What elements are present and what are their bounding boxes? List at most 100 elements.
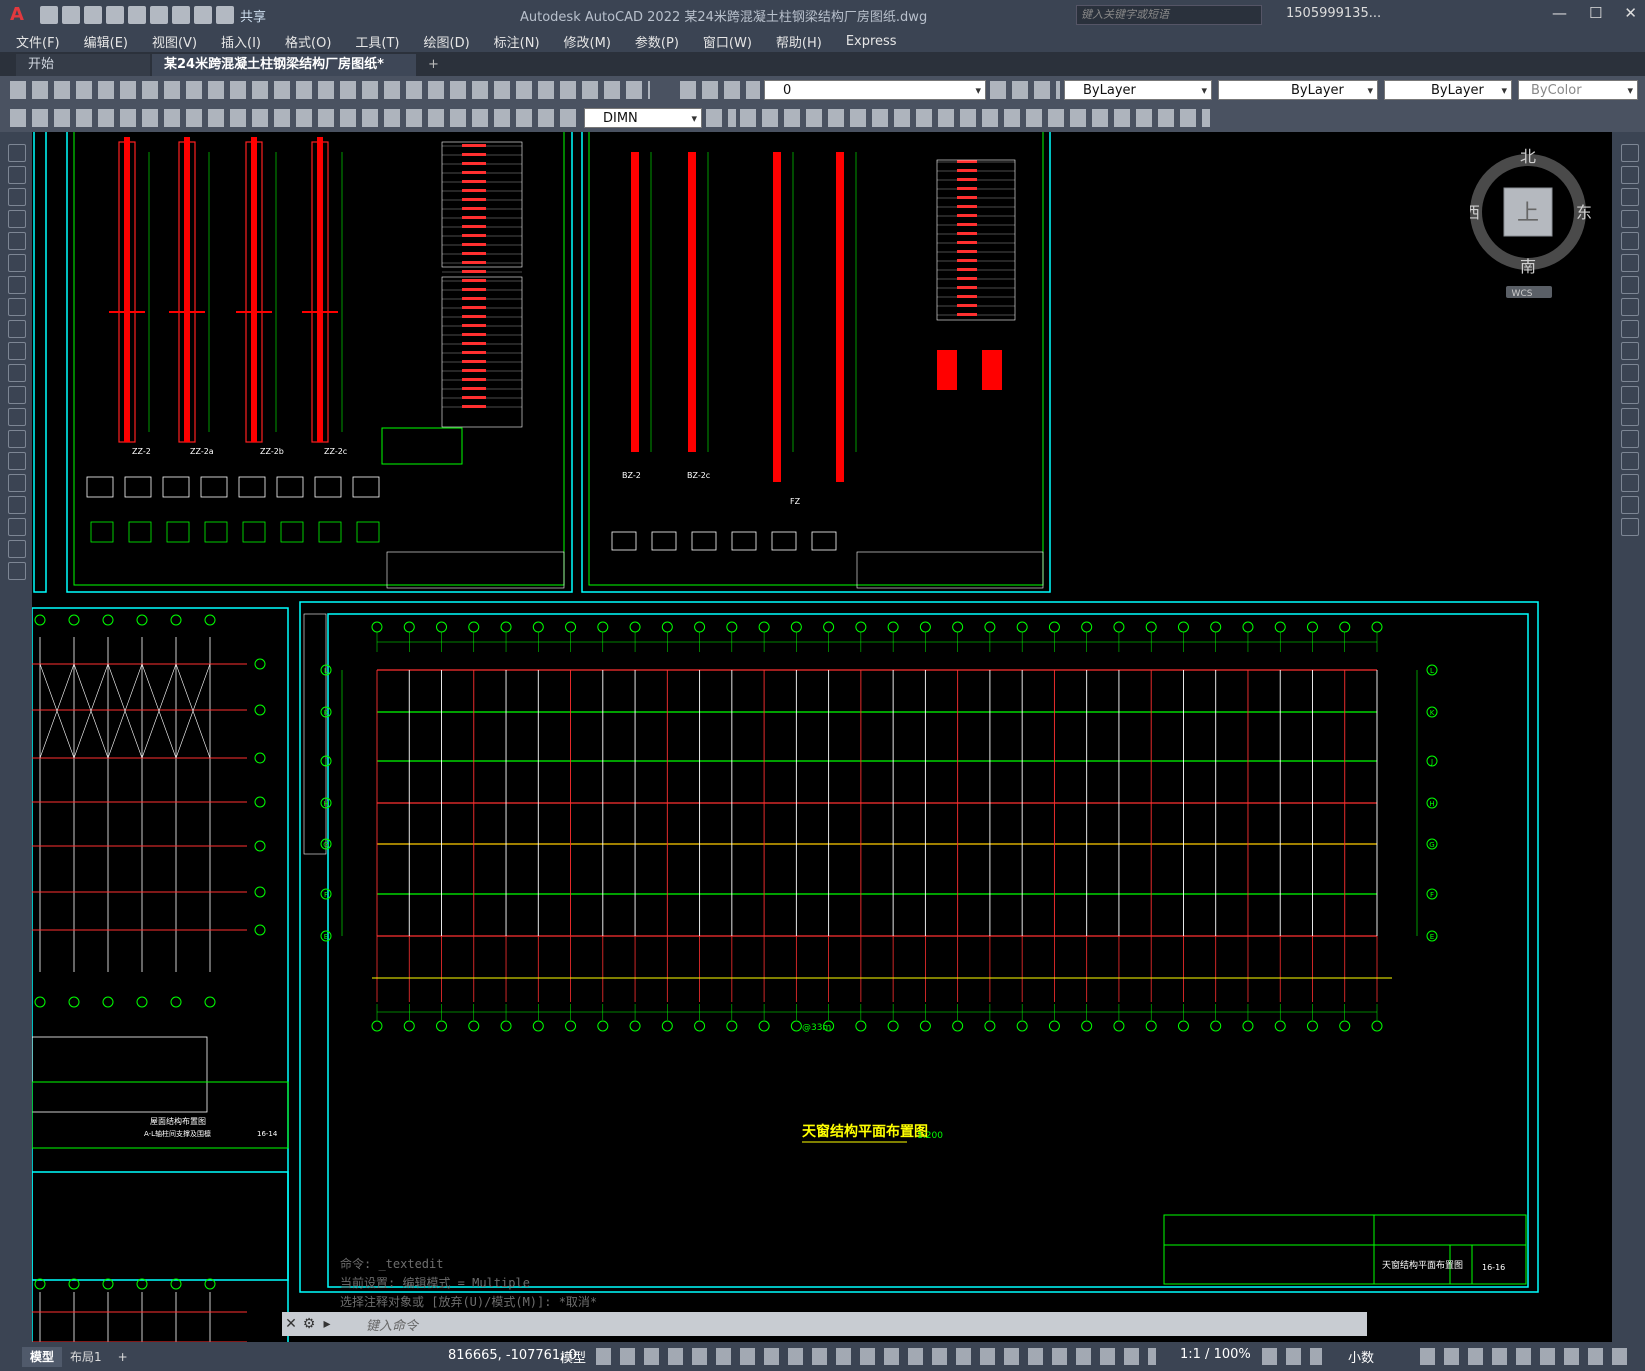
gradient-icon[interactable] [8, 474, 26, 492]
spline-icon[interactable] [8, 320, 26, 338]
construction-line-icon[interactable] [8, 166, 26, 184]
maximize-icon[interactable]: ☐ [1589, 4, 1602, 22]
share-button[interactable]: 共享 [240, 6, 266, 25]
menu-dimension[interactable]: 标注(N) [494, 32, 540, 51]
tab-start[interactable]: 开始 [16, 54, 150, 76]
menu-window[interactable]: 窗口(W) [703, 32, 752, 51]
polygon-icon[interactable] [8, 210, 26, 228]
menu-parametric[interactable]: 参数(P) [635, 32, 679, 51]
annotation-scale[interactable]: 1:1 / 100% [1180, 1347, 1251, 1362]
new-tab-button[interactable]: + [418, 54, 449, 76]
erase-icon[interactable] [1621, 144, 1639, 162]
chamfer-icon[interactable] [1621, 452, 1639, 470]
workspace-icon[interactable] [1262, 1348, 1322, 1365]
region-icon[interactable] [8, 496, 26, 514]
menu-tools[interactable]: 工具(T) [355, 32, 399, 51]
dimension-tools-icon[interactable] [10, 109, 580, 127]
export-icon[interactable] [128, 6, 146, 24]
fillet-icon[interactable] [1621, 474, 1639, 492]
break-icon[interactable] [1621, 386, 1639, 404]
drawing-canvas[interactable]: ZZ-2 ZZ-2a ZZ-2b ZZ-2c BZ-2 BZ-2c FZ 屋面结… [32, 132, 1612, 1342]
hatch-icon[interactable] [8, 452, 26, 470]
polyline-icon[interactable] [8, 188, 26, 206]
dimstyle-dropdown[interactable]: DIMN [584, 108, 702, 129]
join-icon[interactable] [1621, 430, 1639, 448]
mirror-icon[interactable] [1621, 188, 1639, 206]
viewcube-south[interactable]: 南 [1520, 257, 1536, 276]
viewcube-east[interactable]: 东 [1576, 203, 1592, 222]
add-layout-button[interactable]: + [110, 1347, 136, 1367]
rectangle-icon[interactable] [8, 232, 26, 250]
table-icon[interactable] [8, 518, 26, 536]
trim-icon[interactable] [1621, 342, 1639, 360]
line-icon[interactable] [8, 144, 26, 162]
plot-icon[interactable] [172, 6, 190, 24]
command-recent-icon[interactable]: ▸ [318, 1316, 336, 1332]
undo-icon[interactable] [194, 6, 212, 24]
viewcube[interactable]: 上 北 南 东 西 WCS [1464, 147, 1592, 299]
standard-tools-icon[interactable] [10, 81, 650, 99]
ellipse-icon[interactable] [8, 342, 26, 360]
open-icon[interactable] [62, 6, 80, 24]
drafting-settings-icon[interactable] [596, 1348, 1156, 1365]
move-icon[interactable] [1621, 254, 1639, 272]
make-block-icon[interactable] [8, 408, 26, 426]
layer-state-icon[interactable] [990, 81, 1060, 99]
user-account[interactable]: 1505999135... [1286, 6, 1381, 21]
menu-file[interactable]: 文件(F) [16, 32, 60, 51]
command-close-icon[interactable]: ✕ [282, 1316, 300, 1332]
scale-icon[interactable] [1621, 298, 1639, 316]
save-icon[interactable] [84, 6, 102, 24]
layer-tools-icon[interactable] [680, 81, 760, 99]
stretch-icon[interactable] [1621, 320, 1639, 338]
viewcube-west[interactable]: 西 [1464, 203, 1480, 222]
menu-format[interactable]: 格式(O) [285, 32, 331, 51]
autocad-logo-icon[interactable]: A [6, 4, 28, 26]
add-selected-icon[interactable] [8, 562, 26, 580]
extend-icon[interactable] [1621, 364, 1639, 382]
new-icon[interactable] [40, 6, 58, 24]
menu-insert[interactable]: 插入(I) [221, 32, 261, 51]
array-icon[interactable] [1621, 232, 1639, 250]
search-input[interactable]: 键入关键字或短语 [1076, 5, 1262, 25]
break-at-point-icon[interactable] [1621, 408, 1639, 426]
menu-view[interactable]: 视图(V) [152, 32, 197, 51]
menu-help[interactable]: 帮助(H) [776, 32, 822, 51]
menu-edit[interactable]: 编辑(E) [84, 32, 128, 51]
viewcube-top[interactable]: 上 [1517, 201, 1539, 226]
publish-icon[interactable] [150, 6, 168, 24]
lineweight-dropdown[interactable]: ByLayer [1384, 80, 1512, 101]
ellipse-arc-icon[interactable] [8, 364, 26, 382]
color-dropdown[interactable]: ByLayer [1064, 80, 1212, 101]
dim-update-icon[interactable] [706, 109, 736, 127]
modify-tools-icon[interactable] [740, 109, 1210, 127]
model-space-toggle[interactable]: 模型 [560, 1347, 586, 1366]
plotstyle-dropdown[interactable]: ByColor [1518, 80, 1638, 101]
menu-modify[interactable]: 修改(M) [564, 32, 611, 51]
rotate-icon[interactable] [1621, 276, 1639, 294]
point-icon[interactable] [8, 430, 26, 448]
copy-icon[interactable] [1621, 166, 1639, 184]
circle-icon[interactable] [8, 276, 26, 294]
text-icon[interactable] [8, 540, 26, 558]
insert-block-icon[interactable] [8, 386, 26, 404]
command-customize-icon[interactable]: ⚙ [300, 1316, 318, 1332]
redo-icon[interactable] [216, 6, 234, 24]
tab-layout1[interactable]: 布局1 [62, 1347, 110, 1367]
linetype-dropdown[interactable]: ByLayer [1218, 80, 1378, 101]
explode-icon[interactable] [1621, 518, 1639, 536]
wcs-menu[interactable]: WCS [1512, 289, 1533, 299]
offset-icon[interactable] [1621, 210, 1639, 228]
revision-cloud-icon[interactable] [8, 298, 26, 316]
blend-icon[interactable] [1621, 496, 1639, 514]
units-selector[interactable]: 小数 [1348, 1347, 1374, 1366]
layer-dropdown[interactable]: 0 [764, 80, 986, 101]
viewcube-north[interactable]: 北 [1520, 147, 1536, 166]
tab-model[interactable]: 模型 [22, 1346, 63, 1367]
close-icon[interactable]: ✕ [1624, 4, 1637, 22]
save-as-icon[interactable] [106, 6, 124, 24]
arc-icon[interactable] [8, 254, 26, 272]
tab-drawing[interactable]: 某24米跨混凝土柱钢梁结构厂房图纸* [152, 54, 416, 76]
status-tools-icon[interactable] [1420, 1348, 1630, 1365]
command-input[interactable]: 键入命令 [366, 1315, 418, 1334]
